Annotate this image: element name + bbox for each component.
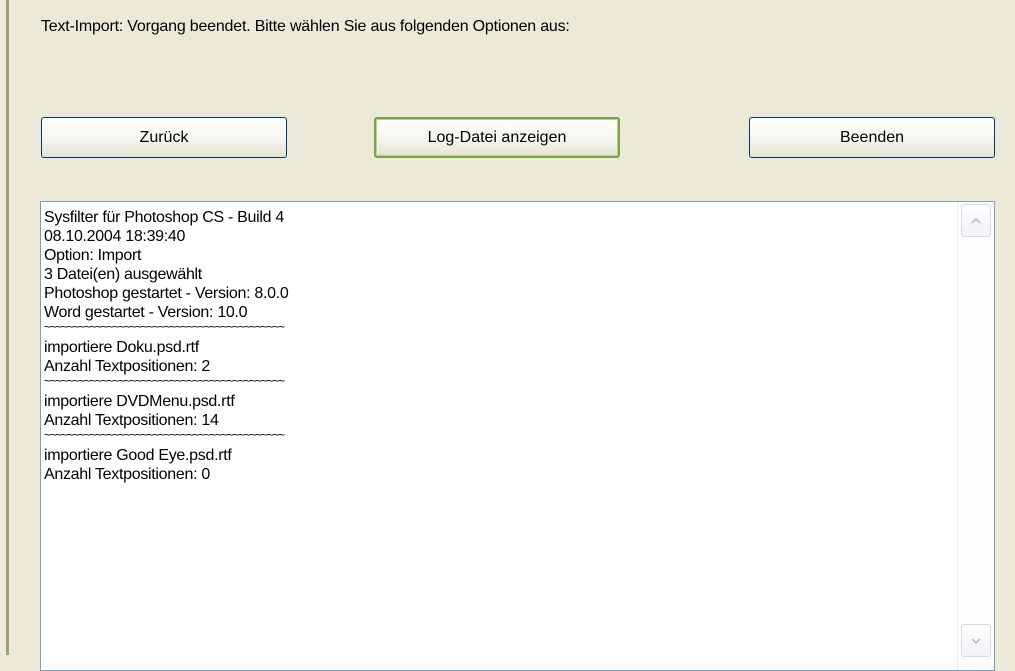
log-separator: ~~~~~~~~~~~~~~~~~~~~~~~~~~~~~~~~~~~~~~~~… xyxy=(44,322,285,334)
chevron-down-icon xyxy=(971,637,981,644)
exit-button[interactable]: Beenden xyxy=(749,117,995,158)
back-button[interactable]: Zurück xyxy=(41,117,287,158)
show-log-button[interactable]: Log-Datei anzeigen xyxy=(374,117,620,158)
log-line: 3 Datei(en) ausgewählt xyxy=(44,266,202,283)
log-separator: ~~~~~~~~~~~~~~~~~~~~~~~~~~~~~~~~~~~~~~~~… xyxy=(44,376,285,388)
log-line: Photoshop gestartet - Version: 8.0.0 xyxy=(44,285,289,302)
vertical-scrollbar[interactable] xyxy=(957,202,994,670)
log-line: importiere DVDMenu.psd.rtf xyxy=(44,393,235,410)
chevron-up-icon xyxy=(971,217,981,224)
log-line: Anzahl Textpositionen: 0 xyxy=(44,466,210,483)
log-separator: ~~~~~~~~~~~~~~~~~~~~~~~~~~~~~~~~~~~~~~~~… xyxy=(44,430,285,442)
window-left-border xyxy=(0,0,9,655)
log-line: Anzahl Textpositionen: 14 xyxy=(44,412,219,429)
log-line: Option: Import xyxy=(44,247,142,264)
log-textarea[interactable]: Sysfilter für Photoshop CS - Build 4 08.1… xyxy=(40,201,995,671)
log-line: 08.10.2004 18:39:40 xyxy=(44,228,186,245)
log-line: Sysfilter für Photoshop CS - Build 4 xyxy=(44,209,284,226)
status-message: Text-Import: Vorgang beendet. Bitte wähl… xyxy=(41,18,570,35)
scroll-up-button[interactable] xyxy=(961,204,991,237)
log-content: Sysfilter für Photoshop CS - Build 4 08.1… xyxy=(44,208,954,484)
log-line: importiere Doku.psd.rtf xyxy=(44,339,199,356)
log-line: Word gestartet - Version: 10.0 xyxy=(44,304,248,321)
scroll-down-button[interactable] xyxy=(961,624,991,657)
log-line: importiere Good Eye.psd.rtf xyxy=(44,447,232,464)
log-line: Anzahl Textpositionen: 2 xyxy=(44,358,210,375)
